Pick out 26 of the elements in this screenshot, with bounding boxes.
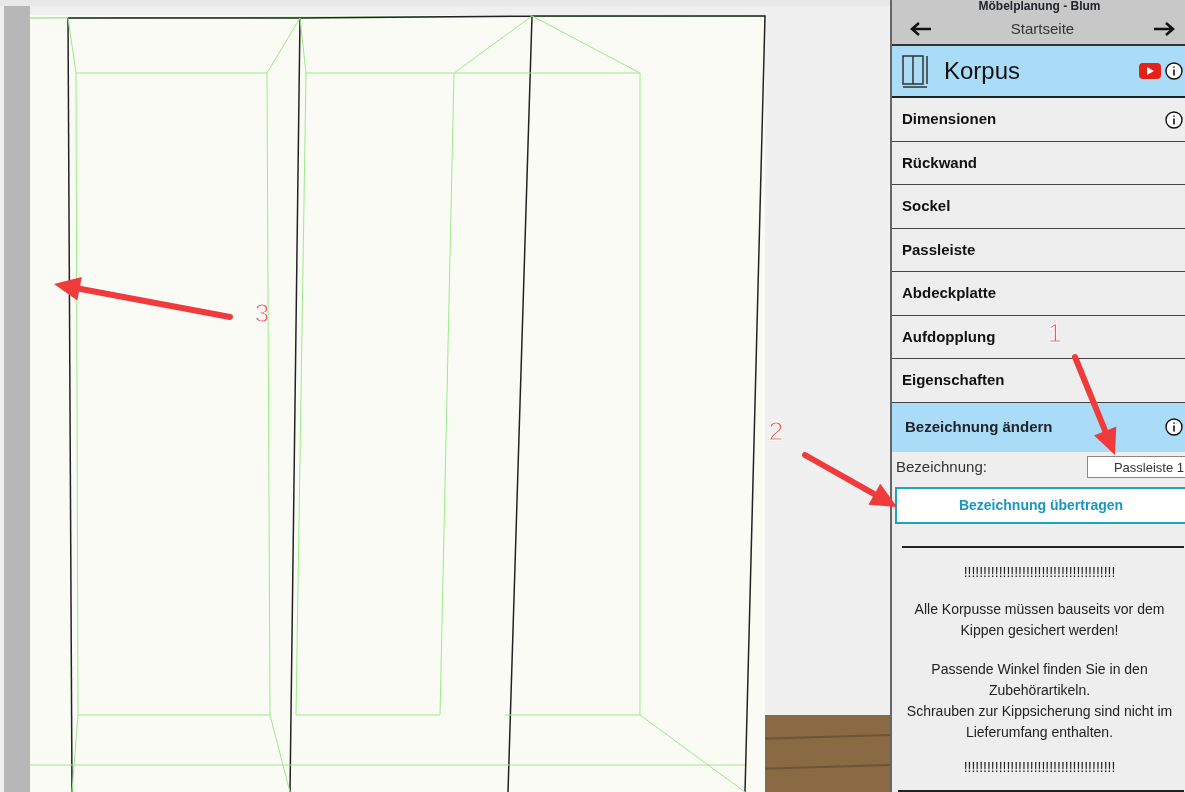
annotation-number: 3 bbox=[254, 298, 270, 328]
menu-item[interactable]: Rückwand bbox=[902, 151, 977, 175]
menu-item[interactable]: Abdeckplatte bbox=[902, 282, 997, 305]
menu-item[interactable]: Eigenschaften bbox=[902, 369, 1005, 392]
menu-item[interactable]: Aufdopplung bbox=[902, 325, 996, 349]
forward-arrow-icon[interactable] bbox=[1153, 21, 1175, 37]
annotation-number: 2 bbox=[768, 416, 784, 446]
notice-text: !!!!!!!!!!!!!!!!!!!!!!!!!!!!!!!!!!!!!!! bbox=[962, 563, 1117, 582]
breadcrumb-link[interactable]: Startseite bbox=[1010, 17, 1075, 41]
info-icon[interactable] bbox=[1165, 110, 1183, 129]
notice-text: !!!!!!!!!!!!!!!!!!!!!!!!!!!!!!!!!!!!!!! bbox=[962, 758, 1117, 777]
app-title: Möbelplanung - Blum bbox=[978, 0, 1101, 12]
video-play-icon[interactable] bbox=[1139, 63, 1161, 80]
menu-item[interactable]: Sockel bbox=[902, 195, 951, 218]
field-label: Bezeichnung: bbox=[896, 457, 987, 478]
menu-item[interactable]: Passleiste bbox=[902, 238, 976, 262]
annotation-number: 1 bbox=[1047, 318, 1063, 348]
name-input-field[interactable]: Passleiste 1 bbox=[1087, 456, 1185, 479]
notice-text: Passende Winkel finden Sie in den Zubehörartikeln. bbox=[930, 660, 1149, 700]
menu-item[interactable]: Dimensionen bbox=[902, 108, 997, 131]
back-arrow-icon[interactable] bbox=[910, 21, 932, 37]
info-icon[interactable] bbox=[1165, 62, 1183, 81]
section-title: Korpus bbox=[944, 56, 1022, 87]
notice-text: Schrauben zur Kippsicherung sind nicht im Lieferumfang enthalten. bbox=[906, 702, 1173, 742]
notice-text: Alle Korpusse müssen bauseits vor dem Kippen gesichert werden! bbox=[913, 600, 1166, 640]
info-icon[interactable] bbox=[1165, 418, 1183, 437]
